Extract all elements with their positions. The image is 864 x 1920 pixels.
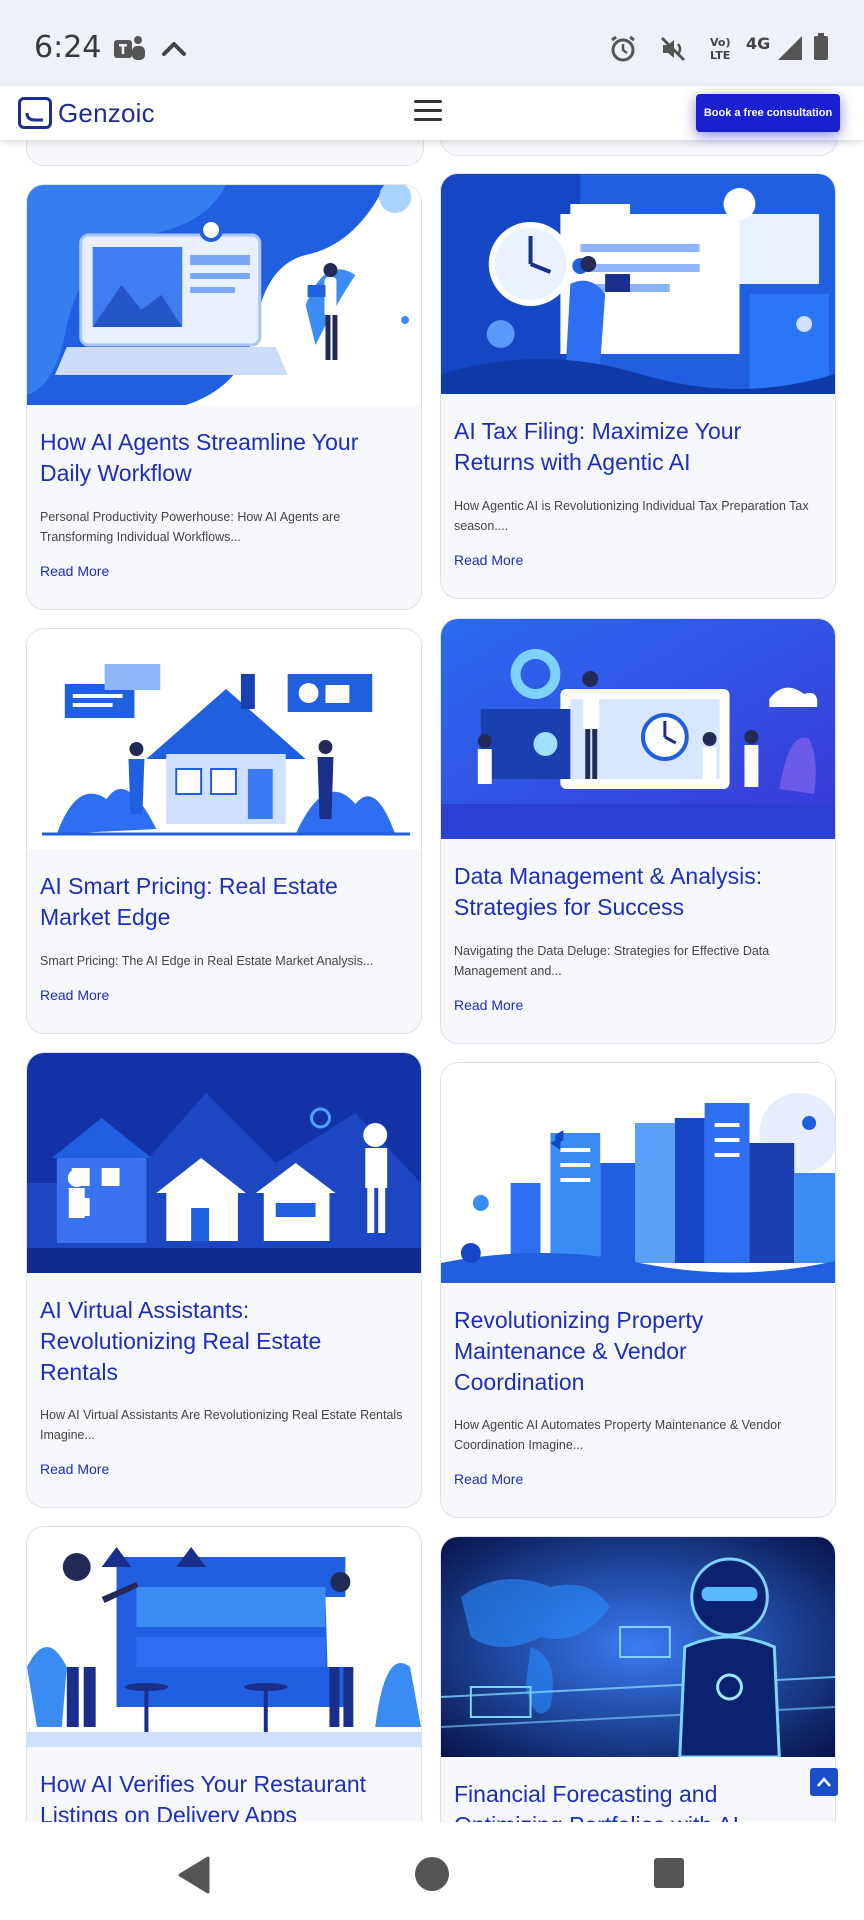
card-title[interactable]: How AI Agents Streamline Your Daily Work… [40,427,403,489]
virtual-assistant-illustration [27,1053,421,1273]
volte-icon: Vo) LTE [710,36,731,62]
recents-icon[interactable] [652,1856,686,1890]
card-title[interactable]: AI Virtual Assistants: Revolutionizing R… [40,1295,403,1388]
brand-name: Genzoic [58,97,155,128]
hamburger-menu-button[interactable] [414,100,444,124]
smart-pricing-illustration [27,629,421,849]
teams-icon [114,36,145,60]
card-excerpt: Smart Pricing: The AI Edge in Real Estat… [40,954,374,968]
read-more-link[interactable]: Read More [40,987,109,1003]
card-excerpt: How Agentic AI Automates Property Mainte… [454,1418,782,1452]
blog-card[interactable]: AI Tax Filing: Maximize Your Returns wit… [440,173,836,599]
site-header: Genzoic Book a free consultation [0,86,864,140]
system-nav-bar [0,1822,864,1920]
card-title[interactable]: AI Smart Pricing: Real Estate Market Edg… [40,871,403,933]
card-title[interactable]: AI Tax Filing: Maximize Your Returns wit… [454,416,817,478]
card-title[interactable]: Revolutionizing Property Maintenance & V… [454,1305,817,1398]
card-excerpt: How AI Virtual Assistants Are Revolution… [40,1408,403,1442]
logo-mark-icon [18,97,52,129]
card-excerpt: Navigating the Data Deluge: Strategies f… [454,944,770,978]
card-title[interactable]: Data Management & Analysis: Strategies f… [454,861,817,923]
home-icon[interactable] [414,1856,450,1892]
read-more-link[interactable]: Read More [454,552,523,568]
back-icon[interactable] [176,1856,212,1894]
card-excerpt: How Agentic AI is Revolutionizing Indivi… [454,499,809,533]
tax-filing-illustration [441,174,835,394]
read-more-link[interactable]: Read More [40,1461,109,1477]
property-maintenance-illustration [441,1063,835,1283]
blog-card[interactable]: AI Virtual Assistants: Revolutionizing R… [26,1052,422,1508]
read-more-link[interactable]: Read More [40,563,109,579]
read-more-link[interactable]: Read More [454,997,523,1013]
restaurant-illustration [27,1527,421,1747]
scroll-to-top-button[interactable] [810,1768,838,1796]
book-consultation-button[interactable]: Book a free consultation [696,94,840,132]
mute-icon [660,36,686,62]
battery-icon [814,33,828,60]
network-type: 4G [746,34,771,53]
alarm-icon [611,35,635,62]
hamburger-icon [414,100,442,103]
signal-icon [778,36,802,60]
card-excerpt: Personal Productivity Powerhouse: How AI… [40,510,341,544]
blog-card[interactable]: How AI Agents Streamline Your Daily Work… [26,184,422,610]
blog-card[interactable]: AI Smart Pricing: Real Estate Market Edg… [26,628,422,1034]
status-bar: 6:24 Vo) LTE 4G [0,0,864,86]
chevron-up-icon [162,42,186,56]
blog-card[interactable]: Revolutionizing Property Maintenance & V… [440,1062,836,1518]
read-more-link[interactable]: Read More [454,1471,523,1487]
arrow-up-icon [817,1777,831,1787]
status-time: 6:24 [34,30,102,65]
brand-logo[interactable]: Genzoic [18,95,155,131]
blog-card[interactable]: Data Management & Analysis: Strategies f… [440,618,836,1044]
data-management-illustration [441,619,835,839]
workflow-illustration [27,185,421,405]
financial-forecasting-illustration [441,1537,835,1757]
